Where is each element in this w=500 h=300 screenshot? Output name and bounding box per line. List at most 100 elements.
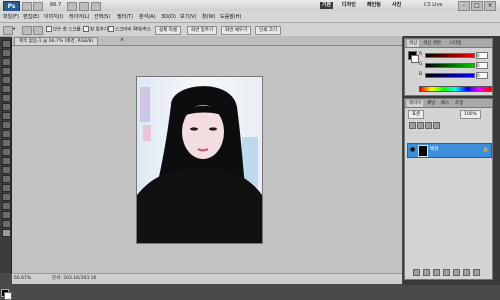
new-group-icon[interactable] xyxy=(453,269,460,276)
layer-style-icon[interactable] xyxy=(423,269,430,276)
screen-mode-button[interactable] xyxy=(91,2,101,11)
eye-icon[interactable]: ● xyxy=(410,147,416,153)
adjustment-layer-icon[interactable] xyxy=(443,269,450,276)
lock-all-icon[interactable] xyxy=(433,122,440,129)
mini-bridge-button[interactable] xyxy=(33,2,43,11)
lock-transparent-icon[interactable] xyxy=(409,122,416,129)
menu-3d[interactable]: 3D(D) xyxy=(161,13,176,21)
document-close-icon[interactable]: × xyxy=(120,37,124,44)
print-size-button[interactable]: 인쇄 크기 xyxy=(255,26,281,35)
maximize-button[interactable]: □ xyxy=(471,1,483,11)
lasso-tool-icon[interactable] xyxy=(2,58,11,66)
lock-pixels-icon[interactable] xyxy=(417,122,424,129)
3d-rotate-tool-icon[interactable] xyxy=(2,202,11,210)
gradient-tool-icon[interactable] xyxy=(2,139,11,147)
status-zoom[interactable]: 66.67% xyxy=(14,275,31,283)
eyedropper-tool-icon[interactable] xyxy=(2,85,11,93)
tab-adjustments[interactable]: 조정 xyxy=(453,100,465,107)
zoom-out-icon[interactable] xyxy=(33,26,43,35)
path-selection-tool-icon[interactable] xyxy=(2,184,11,192)
zoom-tool-icon[interactable] xyxy=(3,26,13,35)
menu-view[interactable]: 보기(V) xyxy=(180,13,197,21)
red-slider-label: R xyxy=(419,52,423,57)
zoom-tool-active-icon[interactable] xyxy=(2,229,11,237)
green-slider-track[interactable] xyxy=(425,63,475,68)
zoom-readout[interactable]: 66.7 xyxy=(50,2,61,9)
shape-tool-icon[interactable] xyxy=(2,193,11,201)
background-color-chip[interactable] xyxy=(411,55,419,63)
red-value-field[interactable]: 0 xyxy=(476,52,488,59)
green-slider[interactable]: G 0 xyxy=(419,62,489,69)
eraser-tool-icon[interactable] xyxy=(2,130,11,138)
tab-layers[interactable]: 레이어 xyxy=(407,100,424,107)
link-layers-icon[interactable] xyxy=(413,269,420,276)
quick-selection-tool-icon[interactable] xyxy=(2,67,11,75)
healing-brush-tool-icon[interactable] xyxy=(2,94,11,102)
menu-file[interactable]: 파일(F) xyxy=(3,13,19,21)
brush-tool-icon[interactable] xyxy=(2,103,11,111)
menu-filter[interactable]: 필터(T) xyxy=(117,13,133,21)
delete-layer-icon[interactable] xyxy=(473,269,480,276)
arrange-documents-button[interactable] xyxy=(79,2,89,11)
document-image[interactable] xyxy=(136,76,263,244)
tab-swatches[interactable]: 색상 견본 xyxy=(421,40,443,47)
menu-edit[interactable]: 편집(E) xyxy=(23,13,39,21)
red-slider-track[interactable] xyxy=(425,53,475,58)
cs-live-button[interactable]: CS Live xyxy=(424,2,442,9)
clone-stamp-tool-icon[interactable] xyxy=(2,112,11,120)
tab-color[interactable]: 색상 xyxy=(407,40,420,47)
tab-channels[interactable]: 채널 xyxy=(425,100,437,107)
pen-tool-icon[interactable] xyxy=(2,166,11,174)
blend-mode-select[interactable]: 표준 xyxy=(408,110,425,119)
new-layer-icon[interactable] xyxy=(463,269,470,276)
opacity-field[interactable]: 100% xyxy=(460,110,481,119)
move-tool-icon[interactable] xyxy=(2,40,11,48)
zoom-in-icon[interactable] xyxy=(22,26,32,35)
resize-windows-option: 모든 창 스크롤 xyxy=(46,26,81,33)
fit-screen-button[interactable]: 화면 맞추기 xyxy=(187,26,218,35)
green-value-field[interactable]: 0 xyxy=(476,62,488,69)
document-tab-bar: 제목 없음-1 @ 66.7% (배경, RGB/8) × xyxy=(12,36,402,46)
hand-tool-icon[interactable] xyxy=(2,220,11,228)
tool-preset-dropdown[interactable]: ▾ xyxy=(13,26,15,33)
marquee-tool-icon[interactable] xyxy=(2,49,11,57)
menu-window[interactable]: 창(W) xyxy=(202,13,215,21)
workspace-painting[interactable]: 페인팅 xyxy=(365,2,383,9)
minimize-button[interactable]: - xyxy=(458,1,470,11)
menu-analysis[interactable]: 분석(A) xyxy=(139,13,156,21)
layer-row-background[interactable]: ● 배경 🔒 xyxy=(407,143,492,158)
background-color-swatch[interactable] xyxy=(4,292,12,300)
dodge-tool-icon[interactable] xyxy=(2,157,11,165)
tab-paths[interactable]: 패스 xyxy=(439,100,451,107)
color-spectrum-ramp[interactable] xyxy=(419,86,492,92)
layer-mask-icon[interactable] xyxy=(433,269,440,276)
tab-styles[interactable]: 스타일 xyxy=(447,40,463,47)
view-extras-button[interactable] xyxy=(67,2,77,11)
bridge-button[interactable] xyxy=(22,2,32,11)
actual-pixels-button[interactable]: 실제 픽셀 xyxy=(155,26,181,35)
close-button[interactable]: × xyxy=(484,1,496,11)
scrubby-zoom-checkbox[interactable] xyxy=(108,26,114,32)
menu-select[interactable]: 선택(S) xyxy=(94,13,110,21)
red-slider[interactable]: R 0 xyxy=(419,52,489,59)
crop-tool-icon[interactable] xyxy=(2,76,11,84)
blue-slider[interactable]: B 0 xyxy=(419,72,489,79)
fill-screen-button[interactable]: 화면 채우기 xyxy=(221,26,252,35)
blue-value-field[interactable]: 0 xyxy=(476,72,488,79)
workspace-design[interactable]: 디자인 xyxy=(340,2,358,9)
zoom-all-label: 창 맞추기 xyxy=(90,27,108,33)
workspace-basic[interactable]: 기본 xyxy=(320,2,334,9)
blur-tool-icon[interactable] xyxy=(2,148,11,156)
menu-layer[interactable]: 레이어(L) xyxy=(69,13,90,21)
blue-slider-track[interactable] xyxy=(425,73,475,78)
3d-orbit-tool-icon[interactable] xyxy=(2,211,11,219)
resize-windows-checkbox[interactable] xyxy=(46,26,52,32)
document-tab[interactable]: 제목 없음-1 @ 66.7% (배경, RGB/8) xyxy=(14,37,99,46)
workspace-photo[interactable]: 사진 xyxy=(390,2,403,9)
zoom-all-checkbox[interactable] xyxy=(83,26,89,32)
history-brush-tool-icon[interactable] xyxy=(2,121,11,129)
type-tool-icon[interactable] xyxy=(2,175,11,183)
lock-position-icon[interactable] xyxy=(425,122,432,129)
menu-help[interactable]: 도움말(H) xyxy=(220,13,241,21)
menu-image[interactable]: 이미지(I) xyxy=(44,13,63,21)
